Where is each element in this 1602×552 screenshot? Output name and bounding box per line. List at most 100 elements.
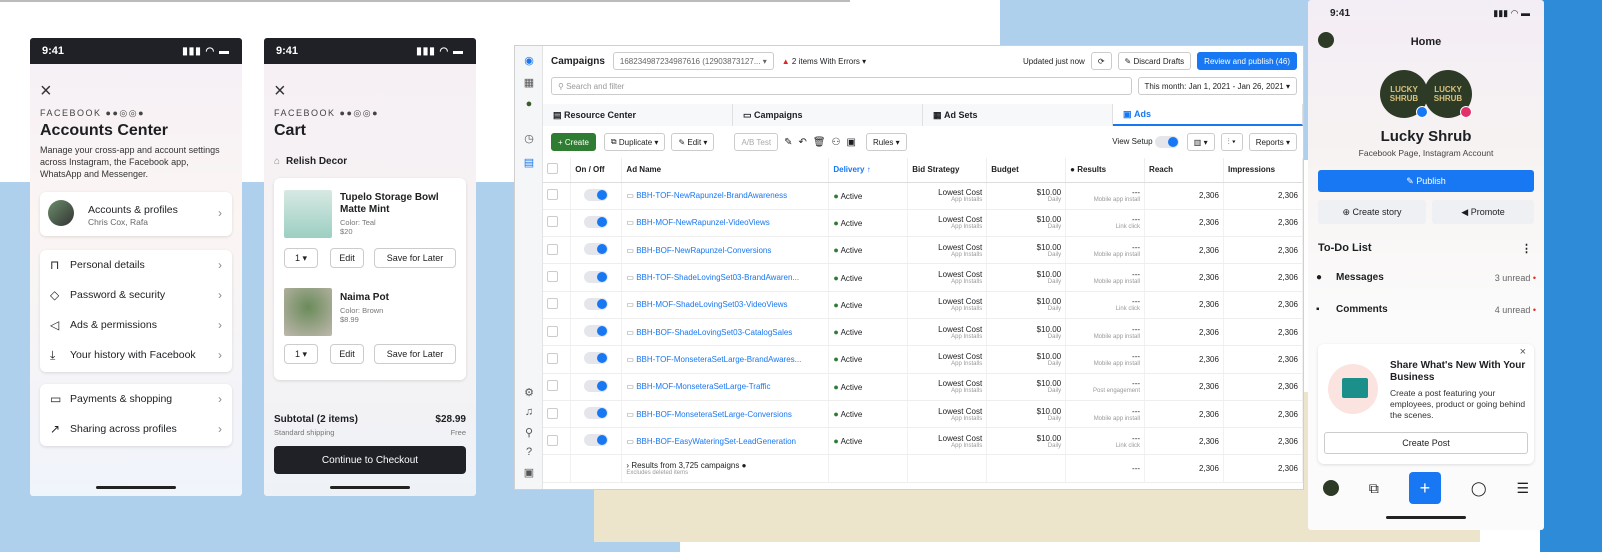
date-range-select[interactable]: This month: Jan 1, 2021 - Jan 26, 2021 ▾ [1137, 77, 1297, 95]
search-icon[interactable]: ⚲ [521, 426, 537, 439]
col-reach[interactable]: Reach [1144, 158, 1224, 183]
refresh-button[interactable]: ⟳ [1090, 52, 1112, 70]
help-icon[interactable]: ? [521, 446, 537, 458]
row-ad-name[interactable]: ▭ BBH-MOF-NewRapunzel-VideoViews [621, 209, 830, 238]
todo-comments[interactable]: ▪ Comments 4 unread • [1316, 304, 1536, 315]
close-icon[interactable]: × [1520, 346, 1526, 358]
row-toggle-cell[interactable] [570, 209, 623, 238]
settings-item-ads-permissions[interactable]: ◁ Ads & permissions › [50, 310, 222, 340]
settings-item-payments[interactable]: ▭ Payments & shopping › [50, 384, 222, 414]
edit-button[interactable]: ✎ Edit ▾ [671, 133, 715, 151]
toggle-switch[interactable] [584, 325, 609, 338]
table-row[interactable]: ▭ BBH-BOF-EasyWateringSet-LeadGeneration… [543, 427, 1303, 456]
row-ad-name[interactable]: ▭ BBH-MOF-MonseteraSetLarge-Traffic [621, 373, 830, 401]
row-toggle-cell[interactable] [570, 291, 623, 319]
row-checkbox-cell[interactable] [543, 427, 572, 456]
table-row[interactable]: ▭ BBH-MOF-MonseteraSetLarge-Traffic ● Act… [543, 373, 1303, 401]
row-toggle-cell[interactable] [570, 400, 623, 429]
reports-button[interactable]: Reports ▾ [1248, 133, 1297, 151]
ad-name-link[interactable]: BBH-MOF-ShadeLovingSet03-VideoViews [636, 300, 787, 309]
checkbox[interactable] [547, 163, 558, 175]
panel-icon[interactable]: ▣ [521, 466, 537, 479]
settings-item-personal-details[interactable]: ⊓ Personal details › [50, 250, 222, 280]
row-ad-name[interactable]: ▭ BBH-TOF-NewRapunzel-BrandAwareness [621, 182, 830, 210]
settings-item-password-security[interactable]: ◇ Password & security › [50, 280, 222, 310]
toggle-switch[interactable] [584, 297, 609, 310]
table-icon[interactable]: ▤ [521, 156, 537, 169]
save-for-later-button[interactable]: Save for Later [374, 248, 456, 268]
row-ad-name[interactable]: ▭ BBH-BOF-ShadeLovingSet03-CatalogSales [621, 318, 830, 347]
checkbox[interactable] [547, 243, 558, 255]
table-row[interactable]: ▭ BBH-MOF-NewRapunzel-VideoViews ● Active… [543, 209, 1303, 238]
footer-summary[interactable]: › Results from 3,725 campaigns ● Excludes… [621, 454, 830, 483]
row-toggle-cell[interactable] [570, 263, 623, 292]
home-avatar-icon[interactable] [1322, 480, 1339, 496]
col-on-off[interactable]: On / Off [570, 158, 623, 183]
pages-icon[interactable]: ⧉ [1369, 480, 1379, 497]
table-row[interactable]: ▭ BBH-TOF-MonseteraSetLarge-BrandAwares.… [543, 345, 1303, 374]
col-bid-strategy[interactable]: Bid Strategy [907, 158, 988, 183]
table-row[interactable]: ▭ BBH-MOF-ShadeLovingSet03-VideoViews ● A… [543, 291, 1303, 319]
row-toggle-cell[interactable] [570, 182, 623, 210]
col-results[interactable]: ● Results [1065, 158, 1146, 183]
checkbox[interactable] [547, 271, 558, 283]
row-toggle-cell[interactable] [570, 427, 623, 456]
checkbox[interactable] [547, 407, 558, 419]
checkbox[interactable] [547, 434, 558, 446]
columns-button[interactable]: ▥ ▾ [1186, 133, 1215, 151]
settings-item-sharing[interactable]: ↗ Sharing across profiles › [50, 414, 222, 444]
view-setup-toggle[interactable]: View Setup [1112, 136, 1179, 148]
save-for-later-button[interactable]: Save for Later [374, 344, 456, 364]
checkout-button[interactable]: Continue to Checkout [274, 446, 466, 474]
accounts-profiles-card[interactable]: Accounts & profiles Chris Cox, Rafa › [40, 192, 232, 236]
ad-name-link[interactable]: BBH-TOF-NewRapunzel-BrandAwareness [636, 191, 787, 200]
breakdown-button[interactable]: ⫶ ▾ [1220, 133, 1243, 151]
row-checkbox-cell[interactable] [543, 400, 572, 429]
publish-button[interactable]: ✎ Publish [1318, 170, 1534, 192]
row-ad-name[interactable]: ▭ BBH-MOF-ShadeLovingSet03-VideoViews [621, 291, 830, 319]
checkbox[interactable] [547, 352, 558, 364]
checkbox[interactable] [547, 298, 558, 310]
ad-name-link[interactable]: BBH-BOF-ShadeLovingSet03-CatalogSales [636, 328, 792, 337]
row-ad-name[interactable]: ▭ BBH-BOF-EasyWateringSet-LeadGeneration [621, 427, 830, 456]
create-post-button[interactable]: Create Post [1324, 432, 1528, 454]
col-budget[interactable]: Budget [986, 158, 1067, 183]
settings-gear-icon[interactable]: ⚙ [521, 386, 537, 399]
row-toggle-cell[interactable] [570, 236, 623, 265]
bell-icon[interactable]: ♫ [521, 406, 537, 418]
create-button[interactable]: + Create [551, 133, 596, 151]
create-story-button[interactable]: ⊕ Create story [1318, 200, 1426, 224]
col-impressions[interactable]: Impressions [1223, 158, 1303, 183]
tab-campaigns[interactable]: ▭ Campaigns [733, 104, 923, 126]
table-row[interactable]: ▭ BBH-BOF-MonseteraSetLarge-Conversions ●… [543, 400, 1303, 429]
row-ad-name[interactable]: ▭ BBH-TOF-MonseteraSetLarge-BrandAwares.… [621, 345, 830, 374]
clock-icon[interactable]: ◷ [521, 132, 537, 145]
edit-button[interactable]: Edit [330, 248, 364, 268]
checkbox[interactable] [547, 325, 558, 337]
checkbox[interactable] [547, 189, 558, 201]
menu-icon[interactable]: ☰ [1516, 480, 1529, 497]
fb-logo-icon[interactable]: ◉ [521, 54, 537, 67]
review-publish-button[interactable]: Review and publish (46) [1197, 52, 1297, 70]
row-checkbox-cell[interactable] [543, 236, 572, 265]
checkbox[interactable] [547, 216, 558, 228]
toggle-switch[interactable] [584, 188, 609, 201]
ad-name-link[interactable]: BBH-BOF-MonseteraSetLarge-Conversions [636, 410, 792, 419]
row-ad-name[interactable]: ▭ BBH-BOF-MonseteraSetLarge-Conversions [621, 400, 830, 429]
row-toggle-cell[interactable] [570, 373, 623, 401]
row-toggle-cell[interactable] [570, 318, 623, 347]
apps-grid-icon[interactable]: ▦ [521, 76, 537, 89]
create-plus-icon[interactable]: + [1408, 472, 1441, 504]
tab-ad-sets[interactable]: ▦ Ad Sets [923, 104, 1113, 126]
toggle-switch[interactable] [584, 379, 609, 392]
account-avatar[interactable]: ● [521, 98, 537, 110]
close-icon[interactable]: × [274, 80, 286, 103]
close-icon[interactable]: × [40, 80, 52, 103]
select-all-header[interactable] [543, 158, 572, 183]
row-checkbox-cell[interactable] [543, 318, 572, 347]
promote-button[interactable]: ◀ Promote [1432, 200, 1534, 224]
ad-name-link[interactable]: BBH-BOF-EasyWateringSet-LeadGeneration [636, 437, 796, 446]
quantity-select[interactable]: 1 ▾ [284, 248, 318, 268]
col-ad-name[interactable]: Ad Name [621, 158, 830, 183]
tab-resource-center[interactable]: ▤ Resource Center [543, 104, 733, 126]
